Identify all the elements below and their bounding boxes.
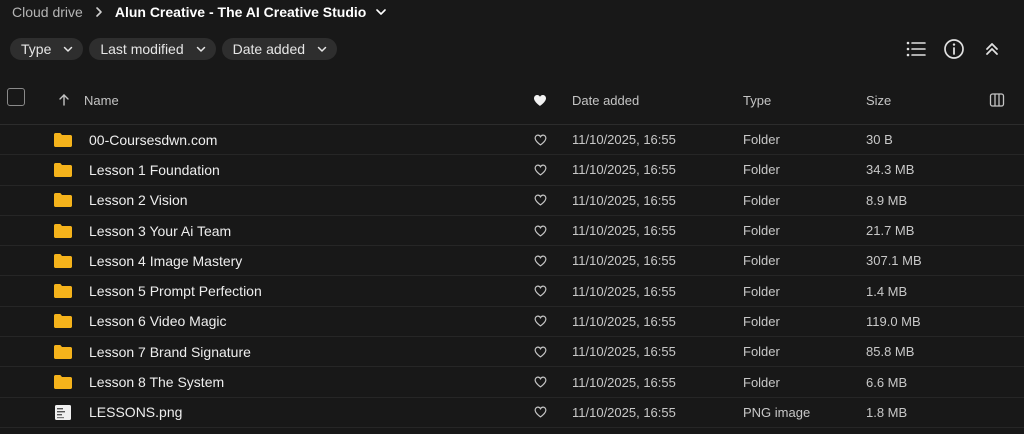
- cloud-drive-app: Cloud drive Alun Creative - The AI Creat…: [0, 0, 1024, 434]
- breadcrumb-root[interactable]: Cloud drive: [12, 4, 83, 20]
- row-name: LESSONS.png: [89, 404, 183, 421]
- collapse-up-icon[interactable]: [980, 37, 1004, 61]
- table-row[interactable]: Lesson 2 Vision 11/10/2025, 16:55 Folder…: [0, 186, 1024, 216]
- table-row[interactable]: Lesson 5 Prompt Perfection 11/10/2025, 1…: [0, 276, 1024, 307]
- folder-icon: [53, 125, 73, 154]
- row-name: Lesson 7 Brand Signature: [89, 343, 251, 360]
- row-name: Lesson 3 Your Ai Team: [89, 222, 232, 239]
- row-date-added: 11/10/2025, 16:55: [572, 344, 676, 360]
- select-all-checkbox[interactable]: [7, 88, 25, 106]
- row-type: Folder: [743, 344, 780, 360]
- row-size: 119.0 MB: [866, 313, 921, 329]
- heart-outline-icon[interactable]: [532, 398, 548, 427]
- chevron-down-icon: [315, 42, 329, 56]
- row-type: Folder: [743, 313, 780, 329]
- row-date-added: 11/10/2025, 16:55: [572, 132, 676, 148]
- table-header: Name Date added Type Size: [0, 84, 1024, 116]
- row-name: Lesson 4 Image Mastery: [89, 252, 243, 269]
- heart-outline-icon[interactable]: [532, 216, 548, 245]
- filter-type-label: Type: [21, 41, 52, 57]
- table-row[interactable]: LESSONS.png 11/10/2025, 16:55 PNG image …: [0, 398, 1024, 428]
- row-type: Folder: [743, 223, 780, 239]
- row-type: Folder: [743, 132, 780, 148]
- heart-outline-icon[interactable]: [532, 367, 548, 396]
- chevron-down-icon: [194, 42, 208, 56]
- folder-icon: [53, 337, 73, 366]
- row-name: 00-Coursesdwn.com: [89, 131, 218, 148]
- folder-icon: [53, 246, 73, 275]
- row-name: Lesson 2 Vision: [89, 192, 188, 209]
- folder-icon: [53, 216, 73, 245]
- row-date-added: 11/10/2025, 16:55: [572, 223, 676, 239]
- heart-outline-icon[interactable]: [532, 125, 548, 154]
- breadcrumb-current-folder[interactable]: Alun Creative - The AI Creative Studio: [115, 4, 367, 20]
- heart-outline-icon[interactable]: [532, 186, 548, 215]
- row-size: 30 B: [866, 132, 893, 148]
- list-view-icon[interactable]: [904, 37, 928, 61]
- sort-arrow-up-icon[interactable]: [58, 84, 70, 116]
- favourite-heart-icon[interactable]: [533, 84, 547, 116]
- folder-icon: [53, 276, 73, 305]
- row-type: Folder: [743, 374, 780, 390]
- row-name: Lesson 1 Foundation: [89, 161, 220, 178]
- row-date-added: 11/10/2025, 16:55: [572, 374, 676, 390]
- row-size: 6.6 MB: [866, 374, 908, 390]
- row-size: 85.8 MB: [866, 344, 915, 360]
- chevron-down-icon[interactable]: [372, 3, 390, 21]
- image-file-icon: [53, 398, 73, 427]
- row-date-added: 11/10/2025, 16:55: [572, 253, 676, 269]
- row-type: PNG image: [743, 404, 811, 420]
- column-header-date-added[interactable]: Date added: [572, 84, 639, 116]
- row-size: 1.8 MB: [866, 404, 908, 420]
- row-size: 34.3 MB: [866, 162, 915, 178]
- filter-date-added-button[interactable]: Date added: [221, 38, 338, 60]
- table-row[interactable]: Lesson 4 Image Mastery 11/10/2025, 16:55…: [0, 246, 1024, 277]
- row-size: 1.4 MB: [866, 283, 908, 299]
- heart-outline-icon[interactable]: [532, 246, 548, 275]
- columns-settings-icon[interactable]: [989, 84, 1005, 116]
- row-type: Folder: [743, 283, 780, 299]
- column-header-type[interactable]: Type: [743, 84, 771, 116]
- row-date-added: 11/10/2025, 16:55: [572, 162, 676, 178]
- column-header-size[interactable]: Size: [866, 84, 891, 116]
- chevron-right-icon: [89, 2, 109, 22]
- row-type: Folder: [743, 162, 780, 178]
- row-size: 21.7 MB: [866, 223, 915, 239]
- breadcrumb: Cloud drive Alun Creative - The AI Creat…: [12, 0, 390, 24]
- row-size: 307.1 MB: [866, 253, 922, 269]
- row-name: Lesson 6 Video Magic: [89, 313, 227, 330]
- filter-type-button[interactable]: Type: [10, 38, 84, 60]
- row-date-added: 11/10/2025, 16:55: [572, 192, 676, 208]
- folder-icon: [53, 367, 73, 396]
- table-row[interactable]: Lesson 3 Your Ai Team 11/10/2025, 16:55 …: [0, 216, 1024, 247]
- table-row[interactable]: Lesson 1 Foundation 11/10/2025, 16:55 Fo…: [0, 155, 1024, 186]
- filter-last-modified-label: Last modified: [100, 41, 184, 57]
- heart-outline-icon[interactable]: [532, 155, 548, 184]
- heart-outline-icon[interactable]: [532, 307, 548, 336]
- info-icon[interactable]: [942, 37, 966, 61]
- row-type: Folder: [743, 253, 780, 269]
- chevron-down-icon: [61, 42, 75, 56]
- table-row[interactable]: Lesson 8 The System 11/10/2025, 16:55 Fo…: [0, 367, 1024, 398]
- file-list: 00-Coursesdwn.com 11/10/2025, 16:55 Fold…: [0, 125, 1024, 428]
- heart-outline-icon[interactable]: [532, 337, 548, 366]
- table-row[interactable]: Lesson 6 Video Magic 11/10/2025, 16:55 F…: [0, 307, 1024, 338]
- row-name: Lesson 5 Prompt Perfection: [89, 283, 262, 300]
- row-date-added: 11/10/2025, 16:55: [572, 313, 676, 329]
- table-row[interactable]: 00-Coursesdwn.com 11/10/2025, 16:55 Fold…: [0, 125, 1024, 156]
- row-date-added: 11/10/2025, 16:55: [572, 404, 676, 420]
- row-type: Folder: [743, 192, 780, 208]
- folder-icon: [53, 155, 73, 184]
- table-row[interactable]: Lesson 7 Brand Signature 11/10/2025, 16:…: [0, 337, 1024, 368]
- column-header-name[interactable]: Name: [84, 84, 119, 116]
- folder-icon: [53, 186, 73, 215]
- row-size: 8.9 MB: [866, 192, 908, 208]
- folder-icon: [53, 307, 73, 336]
- filter-bar: Type Last modified Date added: [10, 38, 338, 60]
- row-date-added: 11/10/2025, 16:55: [572, 283, 676, 299]
- row-name: Lesson 8 The System: [89, 374, 225, 391]
- filter-last-modified-button[interactable]: Last modified: [89, 38, 216, 60]
- heart-outline-icon[interactable]: [532, 276, 548, 305]
- filter-date-added-label: Date added: [232, 41, 306, 57]
